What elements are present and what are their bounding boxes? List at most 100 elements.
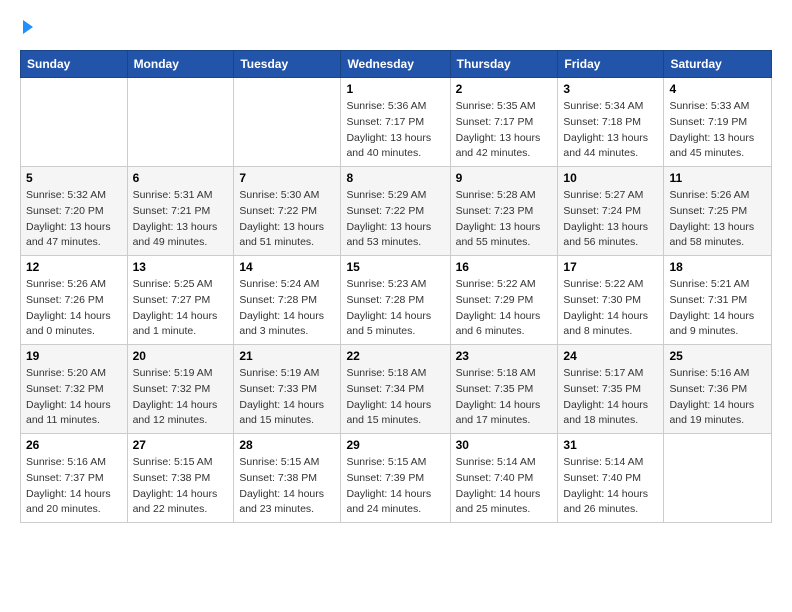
day-info: Sunrise: 5:27 AMSunset: 7:24 PMDaylight:… xyxy=(563,188,658,251)
sunset-text: Sunset: 7:33 PM xyxy=(239,382,335,398)
day-number: 11 xyxy=(669,171,766,185)
sunrise-text: Sunrise: 5:30 AM xyxy=(239,188,335,204)
calendar-cell: 5Sunrise: 5:32 AMSunset: 7:20 PMDaylight… xyxy=(21,167,128,256)
logo xyxy=(20,20,33,34)
sunset-text: Sunset: 7:22 PM xyxy=(239,204,335,220)
calendar-cell: 22Sunrise: 5:18 AMSunset: 7:34 PMDayligh… xyxy=(341,345,450,434)
sunset-text: Sunset: 7:34 PM xyxy=(346,382,444,398)
sunset-text: Sunset: 7:40 PM xyxy=(456,471,553,487)
day-info: Sunrise: 5:16 AMSunset: 7:36 PMDaylight:… xyxy=(669,366,766,429)
sunset-text: Sunset: 7:38 PM xyxy=(133,471,229,487)
day-number: 10 xyxy=(563,171,658,185)
daylight-text: Daylight: 14 hours and 11 minutes. xyxy=(26,398,122,430)
day-number: 5 xyxy=(26,171,122,185)
sunset-text: Sunset: 7:32 PM xyxy=(133,382,229,398)
daylight-text: Daylight: 13 hours and 55 minutes. xyxy=(456,220,553,252)
calendar-cell: 18 Sunrise: 5:21 AMSunset: 7:31 PMDayligh… xyxy=(664,256,772,345)
sunset-text: Sunset: 7:17 PM xyxy=(456,115,553,131)
day-number: 14 xyxy=(239,260,335,274)
sunset-text: Sunset: 7:36 PM xyxy=(669,382,766,398)
sunrise-text: Sunrise: 5:15 AM xyxy=(346,455,444,471)
daylight-text: Daylight: 14 hours and 3 minutes. xyxy=(239,309,335,341)
day-number: 7 xyxy=(239,171,335,185)
calendar-cell: 27Sunrise: 5:15 AMSunset: 7:38 PMDayligh… xyxy=(127,434,234,523)
day-number: 3 xyxy=(563,82,658,96)
day-number: 24 xyxy=(563,349,658,363)
day-number: 4 xyxy=(669,82,766,96)
sunset-text: Sunset: 7:23 PM xyxy=(456,204,553,220)
calendar-cell: 24 Sunrise: 5:17 AMSunset: 7:35 PMDayligh… xyxy=(558,345,664,434)
calendar-cell: 20Sunrise: 5:19 AMSunset: 7:32 PMDayligh… xyxy=(127,345,234,434)
day-number: 29 xyxy=(346,438,444,452)
sunrise-text: Sunrise: 5:18 AM xyxy=(456,366,553,382)
sunrise-text: Sunrise: 5:15 AM xyxy=(133,455,229,471)
sunset-text: Sunset: 7:38 PM xyxy=(239,471,335,487)
day-number: 23 xyxy=(456,349,553,363)
sunset-text: Sunset: 7:37 PM xyxy=(26,471,122,487)
page-header xyxy=(20,20,772,34)
calendar-cell xyxy=(234,78,341,167)
daylight-text: Daylight: 14 hours and 12 minutes. xyxy=(133,398,229,430)
sunrise-text: Sunrise: 5:24 AM xyxy=(239,277,335,293)
daylight-text: Daylight: 14 hours and 18 minutes. xyxy=(563,398,658,430)
sunrise-text: Sunrise: 5:23 AM xyxy=(346,277,444,293)
calendar-cell: 12Sunrise: 5:26 AMSunset: 7:26 PMDayligh… xyxy=(21,256,128,345)
col-header-tuesday: Tuesday xyxy=(234,51,341,78)
col-header-saturday: Saturday xyxy=(664,51,772,78)
day-number: 16 xyxy=(456,260,553,274)
day-info: Sunrise: 5:20 AMSunset: 7:32 PMDaylight:… xyxy=(26,366,122,429)
calendar-cell: 23 Sunrise: 5:18 AMSunset: 7:35 PMDayligh… xyxy=(450,345,558,434)
daylight-text: Daylight: 14 hours and 26 minutes. xyxy=(563,487,658,519)
daylight-text: Daylight: 13 hours and 40 minutes. xyxy=(346,131,444,163)
daylight-text: Daylight: 14 hours and 19 minutes. xyxy=(669,398,766,430)
day-info: Sunrise: 5:31 AMSunset: 7:21 PMDaylight:… xyxy=(133,188,229,251)
col-header-thursday: Thursday xyxy=(450,51,558,78)
calendar-cell: 15Sunrise: 5:23 AMSunset: 7:28 PMDayligh… xyxy=(341,256,450,345)
day-info: Sunrise: 5:26 AMSunset: 7:25 PMDaylight:… xyxy=(669,188,766,251)
day-info: Sunrise: 5:33 AMSunset: 7:19 PMDaylight:… xyxy=(669,99,766,162)
daylight-text: Daylight: 14 hours and 17 minutes. xyxy=(456,398,553,430)
day-info: Sunrise: 5:15 AMSunset: 7:39 PMDaylight:… xyxy=(346,455,444,518)
daylight-text: Daylight: 14 hours and 20 minutes. xyxy=(26,487,122,519)
day-number: 25 xyxy=(669,349,766,363)
daylight-text: Daylight: 13 hours and 53 minutes. xyxy=(346,220,444,252)
day-info: Sunrise: 5:17 AMSunset: 7:35 PMDaylight:… xyxy=(563,366,658,429)
daylight-text: Daylight: 14 hours and 6 minutes. xyxy=(456,309,553,341)
daylight-text: Daylight: 14 hours and 8 minutes. xyxy=(563,309,658,341)
day-number: 12 xyxy=(26,260,122,274)
day-number: 18 xyxy=(669,260,766,274)
day-number: 26 xyxy=(26,438,122,452)
day-info: Sunrise: 5:18 AMSunset: 7:35 PMDaylight:… xyxy=(456,366,553,429)
day-number: 28 xyxy=(239,438,335,452)
sunrise-text: Sunrise: 5:35 AM xyxy=(456,99,553,115)
sunrise-text: Sunrise: 5:33 AM xyxy=(669,99,766,115)
calendar-cell xyxy=(127,78,234,167)
day-info: Sunrise: 5:21 AMSunset: 7:31 PMDaylight:… xyxy=(669,277,766,340)
day-info: Sunrise: 5:25 AMSunset: 7:27 PMDaylight:… xyxy=(133,277,229,340)
sunrise-text: Sunrise: 5:26 AM xyxy=(26,277,122,293)
sunset-text: Sunset: 7:40 PM xyxy=(563,471,658,487)
day-number: 22 xyxy=(346,349,444,363)
daylight-text: Daylight: 14 hours and 15 minutes. xyxy=(239,398,335,430)
sunset-text: Sunset: 7:20 PM xyxy=(26,204,122,220)
daylight-text: Daylight: 14 hours and 15 minutes. xyxy=(346,398,444,430)
day-info: Sunrise: 5:36 AMSunset: 7:17 PMDaylight:… xyxy=(346,99,444,162)
sunrise-text: Sunrise: 5:28 AM xyxy=(456,188,553,204)
sunrise-text: Sunrise: 5:27 AM xyxy=(563,188,658,204)
sunrise-text: Sunrise: 5:36 AM xyxy=(346,99,444,115)
day-number: 9 xyxy=(456,171,553,185)
calendar-cell: 26Sunrise: 5:16 AMSunset: 7:37 PMDayligh… xyxy=(21,434,128,523)
sunrise-text: Sunrise: 5:25 AM xyxy=(133,277,229,293)
col-header-wednesday: Wednesday xyxy=(341,51,450,78)
daylight-text: Daylight: 13 hours and 56 minutes. xyxy=(563,220,658,252)
sunset-text: Sunset: 7:39 PM xyxy=(346,471,444,487)
sunrise-text: Sunrise: 5:14 AM xyxy=(563,455,658,471)
calendar-cell: 9 Sunrise: 5:28 AMSunset: 7:23 PMDaylight… xyxy=(450,167,558,256)
calendar-cell: 19Sunrise: 5:20 AMSunset: 7:32 PMDayligh… xyxy=(21,345,128,434)
daylight-text: Daylight: 13 hours and 44 minutes. xyxy=(563,131,658,163)
sunrise-text: Sunrise: 5:20 AM xyxy=(26,366,122,382)
sunrise-text: Sunrise: 5:19 AM xyxy=(133,366,229,382)
sunrise-text: Sunrise: 5:34 AM xyxy=(563,99,658,115)
sunrise-text: Sunrise: 5:29 AM xyxy=(346,188,444,204)
sunset-text: Sunset: 7:18 PM xyxy=(563,115,658,131)
